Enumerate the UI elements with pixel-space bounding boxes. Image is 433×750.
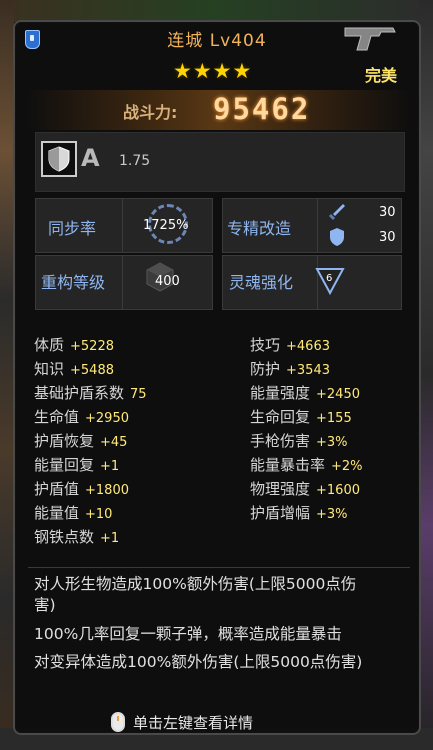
item-tooltip: 连城 Lv404 ★★★★ 完美 战斗力: 95462 A 1.75 同步率 1… bbox=[13, 20, 421, 735]
quality-label: 完美 bbox=[364, 66, 397, 85]
shield-small-icon bbox=[330, 228, 344, 246]
attr-row: 手枪伤害 +3% bbox=[250, 432, 348, 450]
sync-rate-label: 同步率 bbox=[48, 219, 97, 238]
soul-label: 灵魂强化 bbox=[229, 273, 294, 292]
sync-rate-value: 1725% bbox=[143, 218, 189, 233]
specialization-label: 专精改造 bbox=[227, 219, 292, 238]
item-title: 连城 Lv404 bbox=[167, 31, 267, 51]
spec-attack-value: 30 bbox=[379, 205, 396, 220]
attr-row: 能量强度 +2450 bbox=[250, 384, 360, 402]
attr-row: 技巧 +4663 bbox=[250, 336, 330, 354]
attr-row: 知识 +5488 bbox=[34, 360, 114, 378]
effect-text: 对变异体造成100%额外伤害(上限5000点伤害) bbox=[34, 653, 363, 671]
shield-icon bbox=[41, 141, 77, 177]
effect-text: 对人形生物造成100%额外伤害(上限5000点伤 bbox=[34, 575, 357, 593]
soul-value: 6 bbox=[326, 273, 333, 284]
effect-text: 害) bbox=[34, 596, 56, 614]
spec-defense-value: 30 bbox=[379, 230, 396, 245]
attr-row: 护盾增幅 +3% bbox=[250, 504, 348, 522]
attr-row: 护盾恢复 +45 bbox=[34, 432, 128, 450]
game-background-top bbox=[0, 0, 433, 22]
attr-row: 基础护盾系数 75 bbox=[34, 384, 147, 402]
attr-row: 生命回复 +155 bbox=[250, 408, 352, 426]
star-rating: ★★★★ bbox=[173, 59, 253, 83]
mouse-icon bbox=[111, 712, 125, 732]
sword-icon bbox=[329, 204, 345, 220]
rebuild-value: 400 bbox=[155, 274, 180, 289]
attr-row: 防护 +3543 bbox=[250, 360, 330, 378]
grade-letter: A bbox=[81, 144, 100, 172]
power-value: 95462 bbox=[213, 92, 311, 126]
game-background-right bbox=[419, 0, 433, 750]
attr-row: 护盾值 +1800 bbox=[34, 480, 129, 498]
attr-row: 能量值 +10 bbox=[34, 504, 113, 522]
attr-row: 能量暴击率 +2% bbox=[250, 456, 363, 474]
attr-row: 生命值 +2950 bbox=[34, 408, 129, 426]
rebuild-label: 重构等级 bbox=[41, 273, 106, 292]
attr-row: 体质 +5228 bbox=[34, 336, 114, 354]
effect-text: 100%几率回复一颗子弹，概率造成能量暴击 bbox=[34, 625, 342, 643]
attr-row: 物理强度 +1600 bbox=[250, 480, 360, 498]
attr-row: 钢铁点数 +1 bbox=[34, 528, 120, 546]
power-label: 战斗力: bbox=[123, 103, 178, 122]
hint-text: 单击左键查看详情 bbox=[133, 714, 254, 732]
game-background-left bbox=[0, 0, 14, 750]
divider-line bbox=[28, 567, 410, 568]
grade-value: 1.75 bbox=[119, 153, 151, 169]
attr-row: 能量回复 +1 bbox=[34, 456, 120, 474]
